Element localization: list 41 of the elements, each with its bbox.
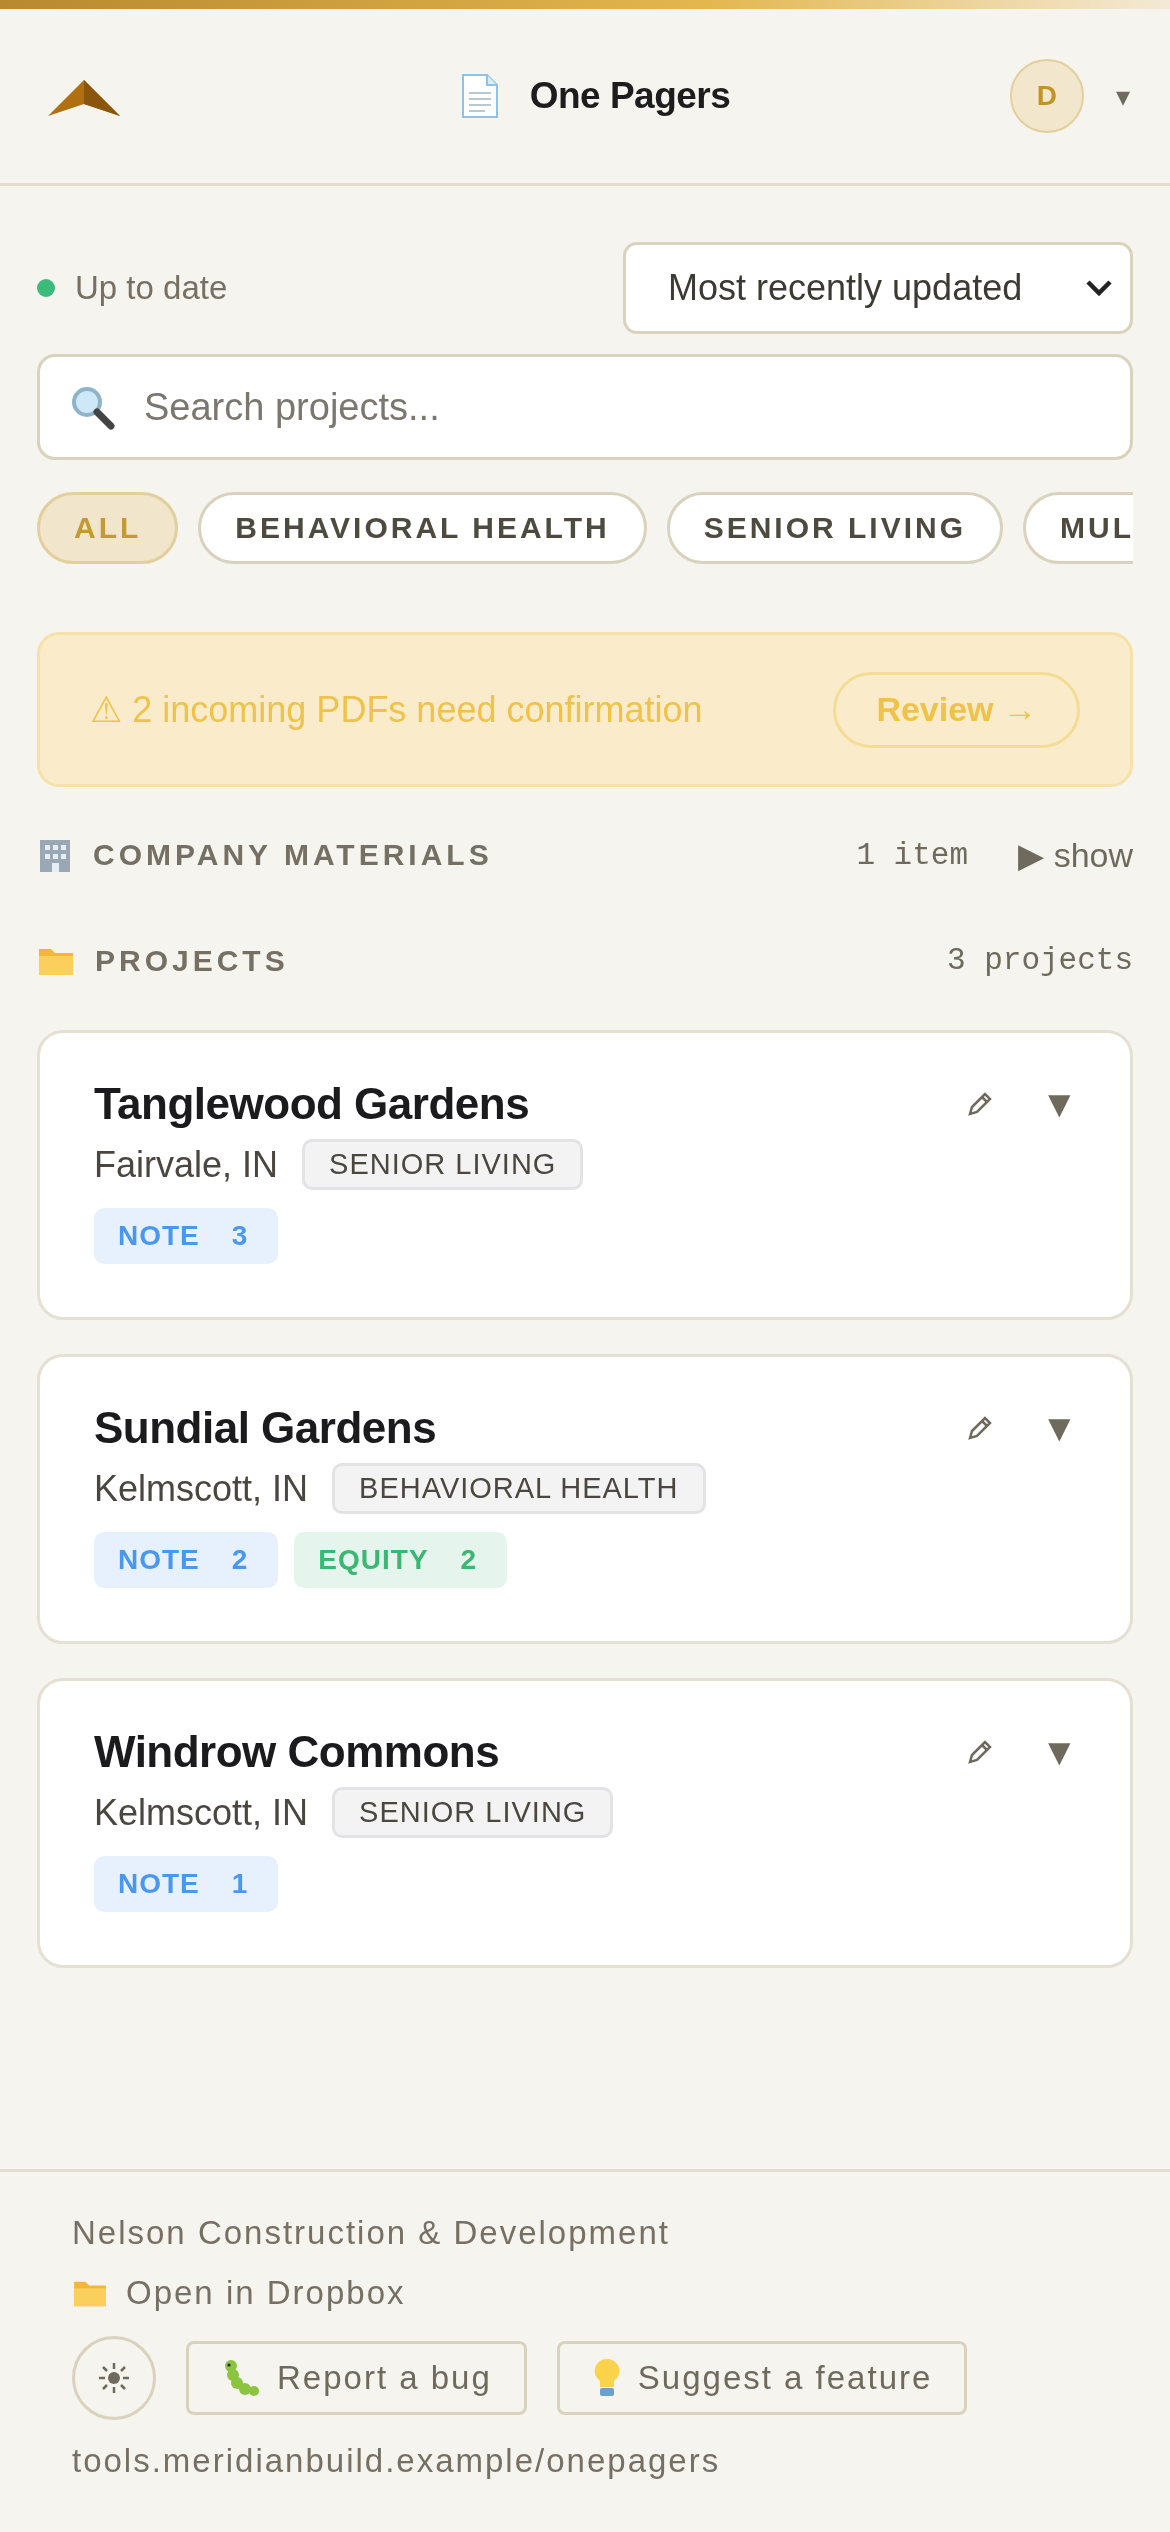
sort-dropdown[interactable]: Most recently updated — [623, 242, 1133, 334]
search-field[interactable]: Search projects... — [37, 354, 1133, 460]
category-tag: BEHAVIORAL HEALTH — [332, 1463, 706, 1514]
theme-toggle[interactable] — [72, 2336, 156, 2420]
item-count: 1 item — [856, 837, 969, 873]
project-name[interactable]: Tanglewood Gardens — [94, 1079, 530, 1129]
page-title: One Pagers — [529, 75, 731, 117]
expand-toggle[interactable]: ▼ — [1040, 1406, 1078, 1450]
suggest-feature-button[interactable]: Suggest a feature — [556, 2341, 968, 2415]
document-count-tag: NOTE 2 — [94, 1532, 279, 1588]
project-location: Kelmscott, IN — [94, 1467, 309, 1510]
project-location: Kelmscott, IN — [94, 1791, 309, 1834]
category-tag: SENIOR LIVING — [332, 1787, 614, 1838]
search-icon — [69, 384, 115, 430]
expand-toggle[interactable]: ▼ — [1040, 1730, 1078, 1774]
alert-message: ⚠ 2 incoming PDFs need confirmation — [90, 688, 703, 731]
filter-chip[interactable]: MUL — [1023, 492, 1133, 564]
sync-status: Up to date — [75, 269, 228, 307]
document-icon — [459, 73, 500, 119]
category-tag: SENIOR LIVING — [302, 1139, 584, 1190]
project-name[interactable]: Windrow Commons — [94, 1727, 500, 1777]
company-name: Nelson Construction & Development — [72, 2214, 671, 2252]
dropbox-link[interactable]: Open in Dropbox — [126, 2274, 406, 2312]
expand-toggle[interactable]: ▼ — [1040, 1082, 1078, 1126]
project-count: 3 projects — [946, 943, 1133, 978]
section-heading: COMPANY MATERIALS — [93, 838, 493, 872]
report-bug-button[interactable]: Report a bug — [186, 2341, 527, 2415]
document-count-tag: EQUITY 2 — [294, 1532, 508, 1588]
filter-chip[interactable]: SENIOR LIVING — [666, 492, 1004, 564]
show-toggle[interactable]: ▶ show — [1018, 835, 1133, 875]
document-count-tag: NOTE 3 — [94, 1208, 279, 1264]
account-menu-caret[interactable]: ▾ — [1115, 79, 1130, 113]
document-count-tag: NOTE 1 — [94, 1856, 279, 1912]
sun-icon — [97, 2361, 131, 2395]
chevron-down-icon — [1084, 278, 1114, 298]
section-heading: PROJECTS — [95, 943, 289, 978]
building-icon — [37, 837, 73, 873]
page-url: tools.meridianbuild.example/onepagers — [72, 2442, 722, 2480]
filter-chip[interactable]: BEHAVIORAL HEALTH — [198, 492, 647, 564]
project-name[interactable]: Sundial Gardens — [94, 1403, 437, 1453]
project-location: Fairvale, IN — [94, 1143, 279, 1186]
